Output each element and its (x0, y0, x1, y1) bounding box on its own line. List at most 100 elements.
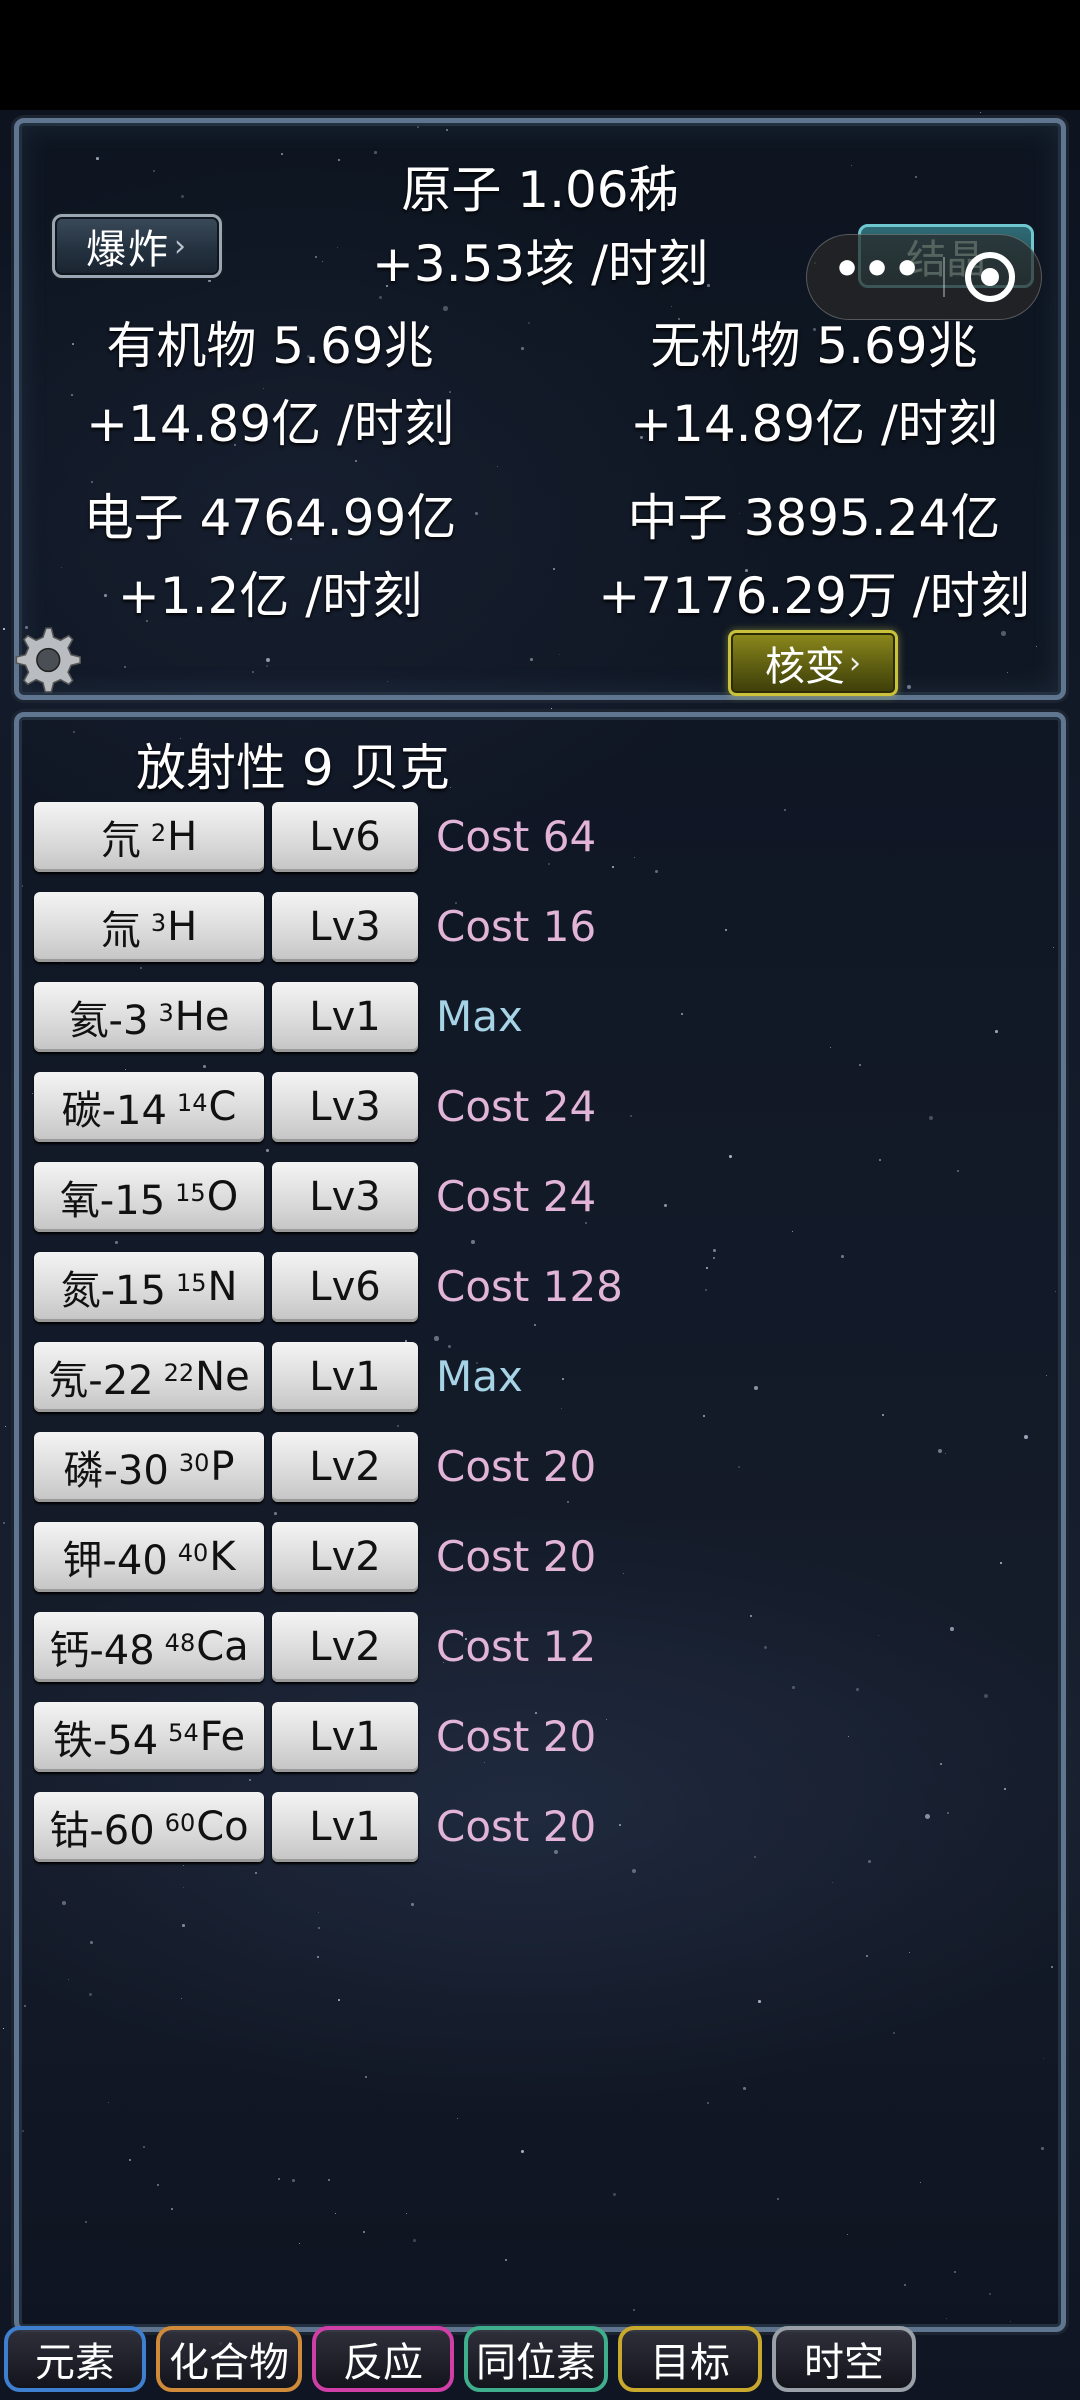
isotope-mass-number: 2 (150, 819, 167, 847)
neutron-rate: +7176.29万 /时刻 (598, 567, 1030, 625)
isotope-name: 钾-40 (62, 1538, 168, 1584)
star (145, 701, 148, 704)
level-button[interactable]: Lv1 (272, 1342, 418, 1412)
star (980, 112, 982, 114)
isotope-button[interactable]: 碳-14 14 C (34, 1072, 264, 1142)
fission-button[interactable]: 核变 › (728, 630, 898, 696)
isotope-button[interactable]: 氘2H (34, 802, 264, 872)
tab-2[interactable]: 反应 (312, 2326, 454, 2392)
tab-label: 同位素 (476, 2340, 596, 2386)
isotope-name: 磷-30 (63, 1448, 169, 1494)
isotope-row: 磷-30 30 P Lv2 Cost 20 (34, 1432, 1034, 1502)
upgrade-cost: Cost 20 (436, 1712, 597, 1761)
upgrade-cost: Cost 20 (436, 1802, 597, 1851)
isotope-button[interactable]: 钴-60 60 Co (34, 1792, 264, 1862)
level-button[interactable]: Lv2 (272, 1522, 418, 1592)
isotope-symbol: P (210, 1444, 235, 1490)
level-button[interactable]: Lv6 (272, 802, 418, 872)
star (3, 628, 6, 631)
isotope-symbol: O (206, 1174, 239, 1220)
isotope-mass-number: 14 (176, 1089, 208, 1117)
isotope-mass-number: 15 (175, 1179, 206, 1207)
isotope-name: 铁-54 (52, 1718, 159, 1764)
isotope-symbol: N (207, 1264, 238, 1310)
level-button[interactable]: Lv3 (272, 892, 418, 962)
isotope-button[interactable]: 氖-22 22 Ne (34, 1342, 264, 1412)
inorganic-count: 无机物 5.69兆 (650, 317, 978, 375)
isotope-row: 氚 3 H Lv3 Cost 16 (34, 892, 1034, 962)
isotope-button[interactable]: 氮-15 15 N (34, 1252, 264, 1322)
upgrade-cost: Max (436, 992, 523, 1041)
tab-label: 目标 (650, 2340, 730, 2386)
capsule-divider (943, 257, 946, 297)
isotope-row: 碳-14 14 C Lv3 Cost 24 (34, 1072, 1034, 1142)
level-button[interactable]: Lv1 (272, 1792, 418, 1862)
tab-label: 时空 (804, 2340, 884, 2386)
more-icon[interactable]: ••• (833, 244, 923, 295)
level-button[interactable]: Lv3 (272, 1162, 418, 1232)
isotope-button[interactable]: 铁-54 54 Fe (34, 1702, 264, 1772)
isotope-symbol: C (208, 1084, 237, 1130)
status-bar (0, 0, 1080, 110)
gear-icon[interactable] (8, 622, 84, 698)
isotope-mass-number: 22 (163, 1359, 195, 1387)
isotope-button[interactable]: 钾-40 40 K (34, 1522, 264, 1592)
isotope-name: 氚 (100, 908, 141, 954)
isotope-row: 铁-54 54 Fe Lv1 Cost 20 (34, 1702, 1034, 1772)
isotope-mass-number: 3 (158, 999, 174, 1027)
isotope-name: 氮-15 (60, 1268, 166, 1314)
tab-4[interactable]: 目标 (618, 2326, 762, 2392)
isotope-mass-number: 54 (168, 1719, 199, 1747)
isotope-mass-number: 48 (164, 1629, 196, 1657)
isotope-button[interactable]: 磷-30 30 P (34, 1432, 264, 1502)
explode-label: 爆炸 (86, 227, 170, 273)
isotope-button[interactable]: 钙-48 48 Ca (34, 1612, 264, 1682)
isotope-row: 氘 2 H Lv6 Cost 64 (34, 802, 1034, 872)
isotope-symbol: H (167, 814, 198, 860)
tab-3[interactable]: 同位素 (464, 2326, 608, 2392)
isotope-row: 氦-3 3 He Lv1 Max (34, 982, 1034, 1052)
organic-count: 有机物 5.69兆 (106, 317, 434, 375)
tab-5[interactable]: 时空 (772, 2326, 916, 2392)
fission-label: 核变 (765, 644, 845, 690)
level-button[interactable]: Lv2 (272, 1432, 418, 1502)
tab-0[interactable]: 元素 (4, 2326, 146, 2392)
level-button[interactable]: Lv3 (272, 1072, 418, 1142)
star (5, 1426, 7, 1428)
level-button[interactable]: Lv6 (272, 1252, 418, 1322)
star (3, 1522, 5, 1524)
explode-button[interactable]: 爆炸 › (52, 214, 222, 278)
tab-label: 元素 (35, 2340, 115, 2386)
isotope-row: 钾-40 40 K Lv2 Cost 20 (34, 1522, 1034, 1592)
tab-label: 化合物 (169, 2340, 289, 2386)
tab-label: 反应 (343, 2340, 423, 2386)
isotope-symbol: Ca (196, 1624, 249, 1670)
isotope-symbol: K (209, 1534, 236, 1580)
isotope-symbol: Co (196, 1804, 249, 1850)
isotope-mass-number: 15 (175, 1269, 207, 1297)
isotope-symbol: Fe (199, 1714, 246, 1760)
isotope-row: 氮-15 15 N Lv6 Cost 128 (34, 1252, 1034, 1322)
upgrade-cost: Max (436, 1352, 523, 1401)
upgrade-cost: Cost 24 (436, 1172, 597, 1221)
close-target-icon[interactable] (965, 252, 1016, 302)
isotope-button[interactable]: 氦-3 3 He (34, 982, 264, 1052)
isotope-mass-number: 60 (164, 1809, 196, 1837)
level-button[interactable]: Lv1 (272, 1702, 418, 1772)
tab-1[interactable]: 化合物 (156, 2326, 302, 2392)
level-button[interactable]: Lv1 (272, 982, 418, 1052)
isotope-symbol: Ne (195, 1354, 250, 1400)
upgrade-cost: Cost 128 (436, 1262, 623, 1311)
chevron-right-icon: › (174, 228, 188, 264)
electron-count: 电子 4764.99亿 (83, 489, 457, 547)
upgrade-cost: Cost 12 (436, 1622, 597, 1671)
level-button[interactable]: Lv2 (272, 1612, 418, 1682)
isotope-mass-number: 40 (177, 1539, 209, 1567)
isotope-symbol: He (174, 994, 230, 1040)
upgrade-cost: Cost 16 (436, 902, 597, 951)
isotope-button[interactable]: 氧-15 15 O (34, 1162, 264, 1232)
isotope-name: 钙-48 (49, 1628, 155, 1674)
isotope-button[interactable]: 氚3H (34, 892, 264, 962)
isotope-row: 钙-48 48 Ca Lv2 Cost 12 (34, 1612, 1034, 1682)
upgrade-cost: Cost 20 (436, 1442, 597, 1491)
